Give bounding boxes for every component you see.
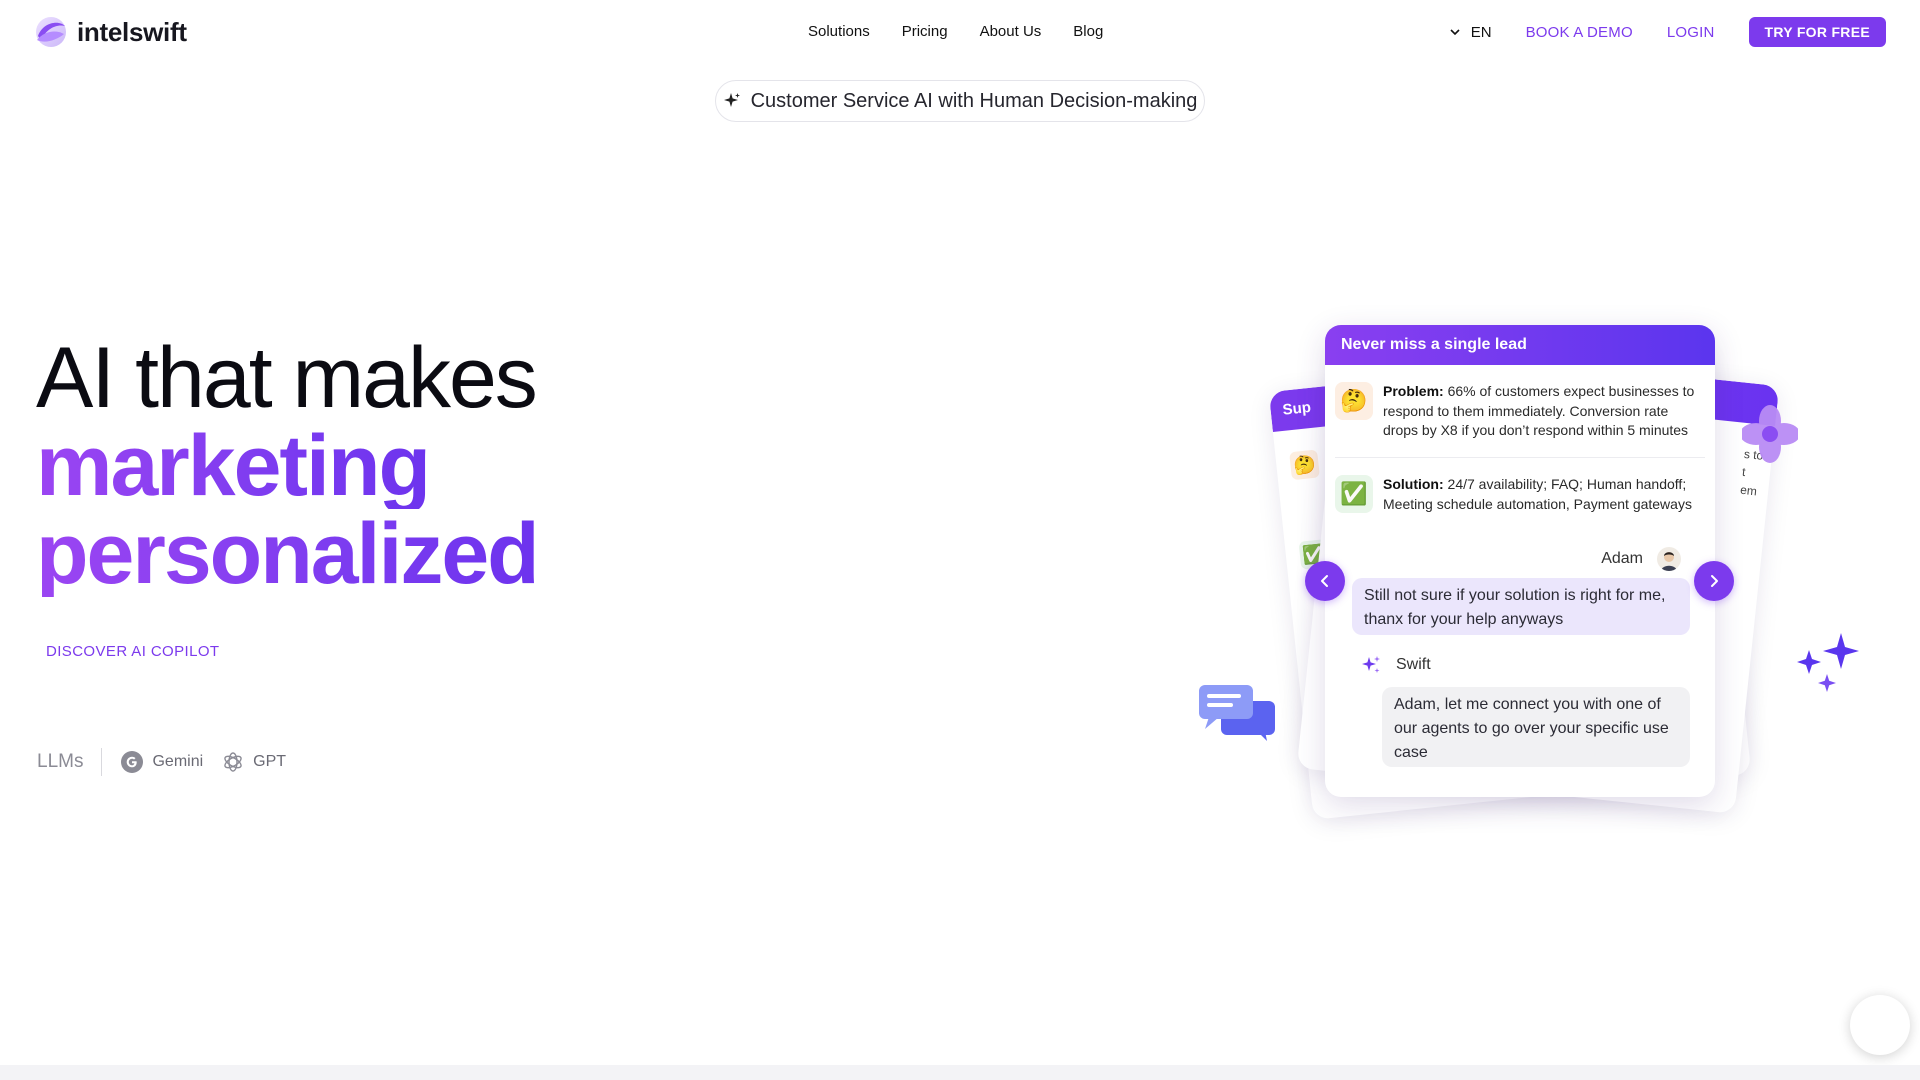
flower-logo-icon bbox=[1742, 405, 1798, 463]
user-avatar-icon bbox=[1661, 552, 1677, 571]
hero-title-line-1: AI that makes bbox=[36, 330, 538, 426]
bot-name: Swift bbox=[1396, 656, 1431, 673]
problem-text: Problem: 66% of customers expect busines… bbox=[1383, 382, 1705, 441]
login-link[interactable]: LOGIN bbox=[1667, 24, 1715, 41]
nav-link-pricing[interactable]: Pricing bbox=[902, 23, 948, 40]
problem-row: 🤔 Problem: 66% of customers expect busin… bbox=[1335, 382, 1705, 441]
support-chat-widget-button[interactable] bbox=[1850, 995, 1910, 1055]
hero-title-line-2: marketing bbox=[36, 418, 431, 514]
bot-message-bubble: Adam, let me connect you with one of our… bbox=[1382, 687, 1690, 767]
llm-gemini: Gemini bbox=[120, 750, 203, 774]
card-title: Never miss a single lead bbox=[1325, 325, 1715, 365]
next-section-edge bbox=[0, 1065, 1920, 1080]
sparkle-icon bbox=[1362, 656, 1380, 673]
chevron-down-icon bbox=[1450, 29, 1460, 36]
divider bbox=[1335, 457, 1705, 458]
top-navigation: intelswift Solutions Pricing About Us Bl… bbox=[0, 0, 1920, 64]
user-name: Adam bbox=[1601, 550, 1643, 567]
nav-actions: EN BOOK A DEMO LOGIN TRY FOR FREE bbox=[1449, 17, 1886, 47]
user-sender: Adam bbox=[1601, 547, 1681, 571]
llms-row: LLMs Gemini GPT bbox=[37, 748, 286, 776]
user-message-bubble: Still not sure if your solution is right… bbox=[1352, 578, 1690, 635]
tagline-badge: Customer Service AI with Human Decision-… bbox=[715, 80, 1205, 122]
check-emoji-icon: ✅ bbox=[1335, 475, 1373, 513]
carousel-next-button[interactable] bbox=[1694, 561, 1734, 601]
logo-icon bbox=[36, 17, 66, 47]
thinking-emoji-icon: 🤔 bbox=[1335, 382, 1373, 420]
solution-text: Solution: 24/7 availability; FAQ; Human … bbox=[1383, 475, 1705, 514]
chevron-left-icon bbox=[1321, 575, 1328, 587]
thinking-emoji-icon: 🤔 bbox=[1289, 449, 1320, 481]
google-g-icon bbox=[121, 751, 144, 773]
card-back-right-text-2: t bbox=[1741, 464, 1747, 480]
avatar bbox=[1657, 547, 1681, 571]
book-demo-link[interactable]: BOOK A DEMO bbox=[1526, 24, 1633, 41]
sparkle-icon bbox=[723, 93, 740, 107]
logo-text: intelswift bbox=[77, 16, 187, 47]
sparkles-icon bbox=[1797, 633, 1859, 692]
tagline-text: Customer Service AI with Human Decision-… bbox=[750, 89, 1198, 112]
openai-icon bbox=[224, 752, 242, 772]
llms-label: LLMs bbox=[37, 748, 103, 776]
hero-title-line-3: personalized bbox=[36, 506, 540, 602]
llm-gpt: GPT bbox=[221, 750, 286, 774]
nav-link-about-us[interactable]: About Us bbox=[980, 23, 1042, 40]
language-label: EN bbox=[1470, 23, 1492, 41]
solution-label: Solution: bbox=[1383, 476, 1444, 492]
chat-bubbles-icon bbox=[1199, 685, 1275, 741]
nav-link-blog[interactable]: Blog bbox=[1073, 23, 1103, 40]
problem-label: Problem: bbox=[1383, 383, 1444, 399]
bot-sender: Swift bbox=[1360, 654, 1431, 676]
chevron-right-icon bbox=[1711, 575, 1718, 587]
try-for-free-button[interactable]: TRY FOR FREE bbox=[1748, 17, 1886, 47]
nav-link-solutions[interactable]: Solutions bbox=[808, 23, 870, 40]
llm-gemini-label: Gemini bbox=[152, 753, 204, 770]
carousel-prev-button[interactable] bbox=[1305, 561, 1345, 601]
main-menu: Solutions Pricing About Us Blog bbox=[808, 23, 1103, 40]
language-selector[interactable]: EN bbox=[1449, 24, 1492, 41]
logo[interactable]: intelswift bbox=[33, 14, 187, 50]
discover-ai-copilot-link[interactable]: DISCOVER AI COPILOT bbox=[46, 643, 219, 660]
solution-row: ✅ Solution: 24/7 availability; FAQ; Huma… bbox=[1335, 475, 1705, 514]
llm-gpt-label: GPT bbox=[253, 753, 287, 770]
page: intelswift Solutions Pricing About Us Bl… bbox=[0, 0, 1920, 1080]
card-back-right-text-3: em bbox=[1739, 482, 1758, 499]
chat-demo-card: Never miss a single lead 🤔 Problem: 66% … bbox=[1325, 325, 1715, 797]
